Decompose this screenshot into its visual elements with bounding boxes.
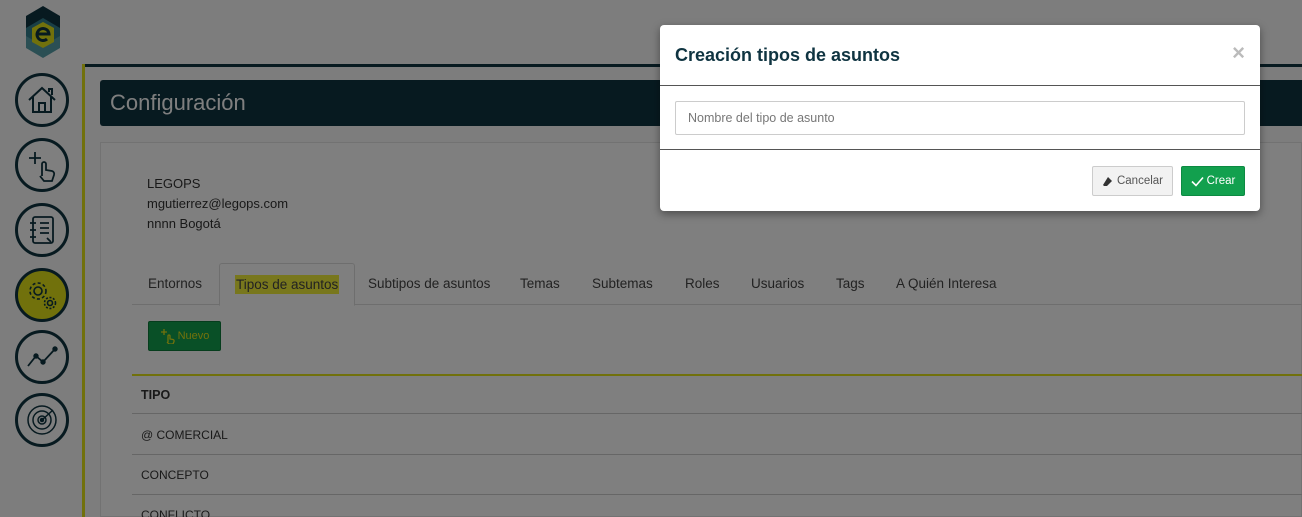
type-name-input[interactable] <box>675 101 1245 135</box>
modal-body <box>660 86 1260 150</box>
cancel-button-label: Cancelar <box>1116 175 1164 187</box>
create-type-modal: Creación tipos de asuntos × Cancelar Cre… <box>660 25 1260 211</box>
create-button[interactable]: Crear <box>1181 166 1245 196</box>
cancel-button[interactable]: Cancelar <box>1092 166 1173 196</box>
eraser-icon <box>1102 176 1112 186</box>
modal-header: Creación tipos de asuntos × <box>660 25 1260 86</box>
modal-footer: Cancelar Crear <box>660 151 1260 211</box>
create-button-label: Crear <box>1206 175 1236 187</box>
check-icon <box>1191 176 1204 187</box>
close-icon[interactable]: × <box>1232 42 1245 64</box>
modal-title: Creación tipos de asuntos <box>675 45 901 65</box>
